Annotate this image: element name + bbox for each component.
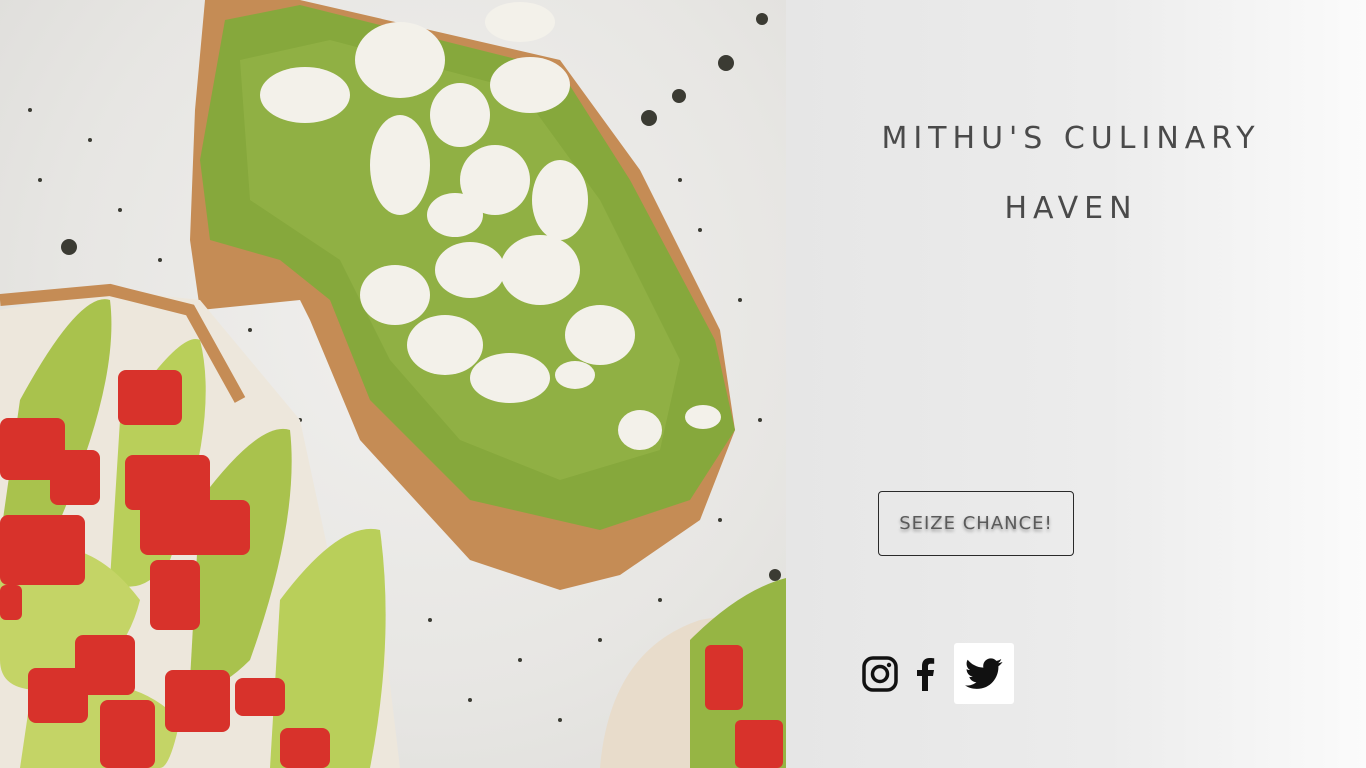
content-panel: MITHU'S CULINARY HAVEN SEIZE CHANCE! <box>786 0 1366 768</box>
instagram-link[interactable] <box>860 654 900 694</box>
avocado-toast-illustration <box>0 0 786 768</box>
seize-chance-button[interactable]: SEIZE CHANCE! <box>878 491 1074 556</box>
brand-title: MITHU'S CULINARY HAVEN <box>846 104 1296 244</box>
page: MITHU'S CULINARY HAVEN SEIZE CHANCE! <box>0 0 1366 768</box>
twitter-icon <box>965 657 1003 689</box>
instagram-icon <box>862 655 898 692</box>
social-links <box>860 643 1014 704</box>
twitter-link[interactable] <box>954 643 1014 704</box>
facebook-link[interactable] <box>914 654 936 694</box>
facebook-icon <box>917 657 935 691</box>
brand-title-line-2: HAVEN <box>1004 191 1138 226</box>
hero-food-image <box>0 0 786 768</box>
brand-title-line-1: MITHU'S CULINARY <box>881 121 1261 156</box>
